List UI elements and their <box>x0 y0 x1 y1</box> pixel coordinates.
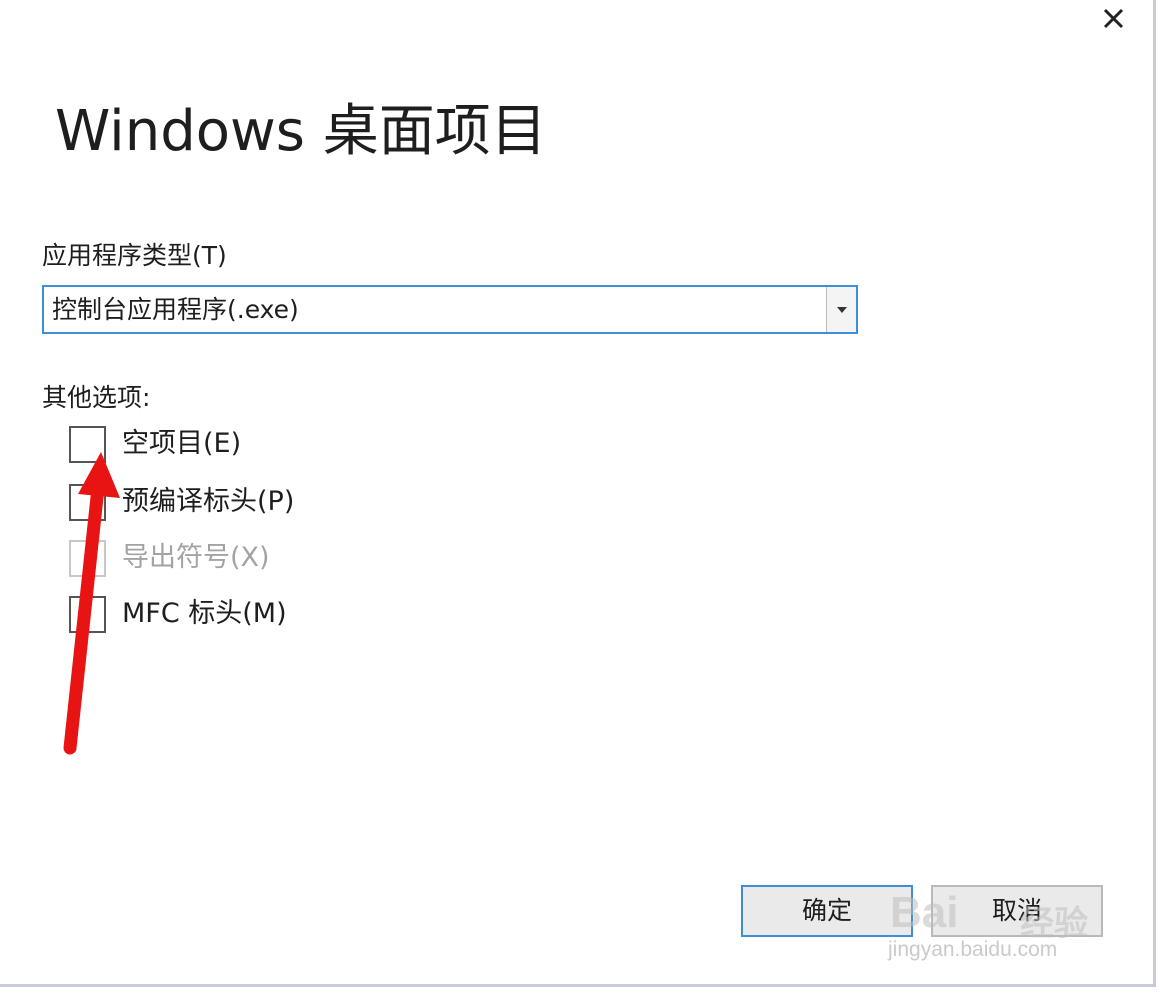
mfc-headers-checkbox[interactable] <box>69 596 106 633</box>
dialog-title: Windows 桌面项目 <box>55 99 547 164</box>
close-icon <box>1103 8 1124 29</box>
ok-button[interactable]: 确定 <box>741 885 913 937</box>
close-button[interactable] <box>1098 2 1132 36</box>
precompiled-header-label: 预编译标头(P) <box>122 486 295 517</box>
empty-project-checkbox[interactable] <box>69 426 106 463</box>
app-type-select[interactable]: 控制台应用程序(.exe) <box>42 285 858 334</box>
app-type-label: 应用程序类型(T) <box>42 241 227 270</box>
export-symbols-checkbox <box>69 540 106 577</box>
export-symbols-label: 导出符号(X) <box>122 542 270 573</box>
empty-project-label: 空项目(E) <box>122 428 242 459</box>
app-type-selected-value: 控制台应用程序(.exe) <box>52 295 299 324</box>
mfc-headers-label: MFC 标头(M) <box>122 598 287 629</box>
desktop-project-dialog: Windows 桌面项目 应用程序类型(T) 控制台应用程序(.exe) 其他选… <box>0 0 1156 987</box>
chevron-down-icon[interactable] <box>826 287 856 332</box>
other-options-label: 其他选项: <box>42 383 151 412</box>
precompiled-header-checkbox[interactable] <box>69 484 106 521</box>
cancel-button[interactable]: 取消 <box>931 885 1103 937</box>
